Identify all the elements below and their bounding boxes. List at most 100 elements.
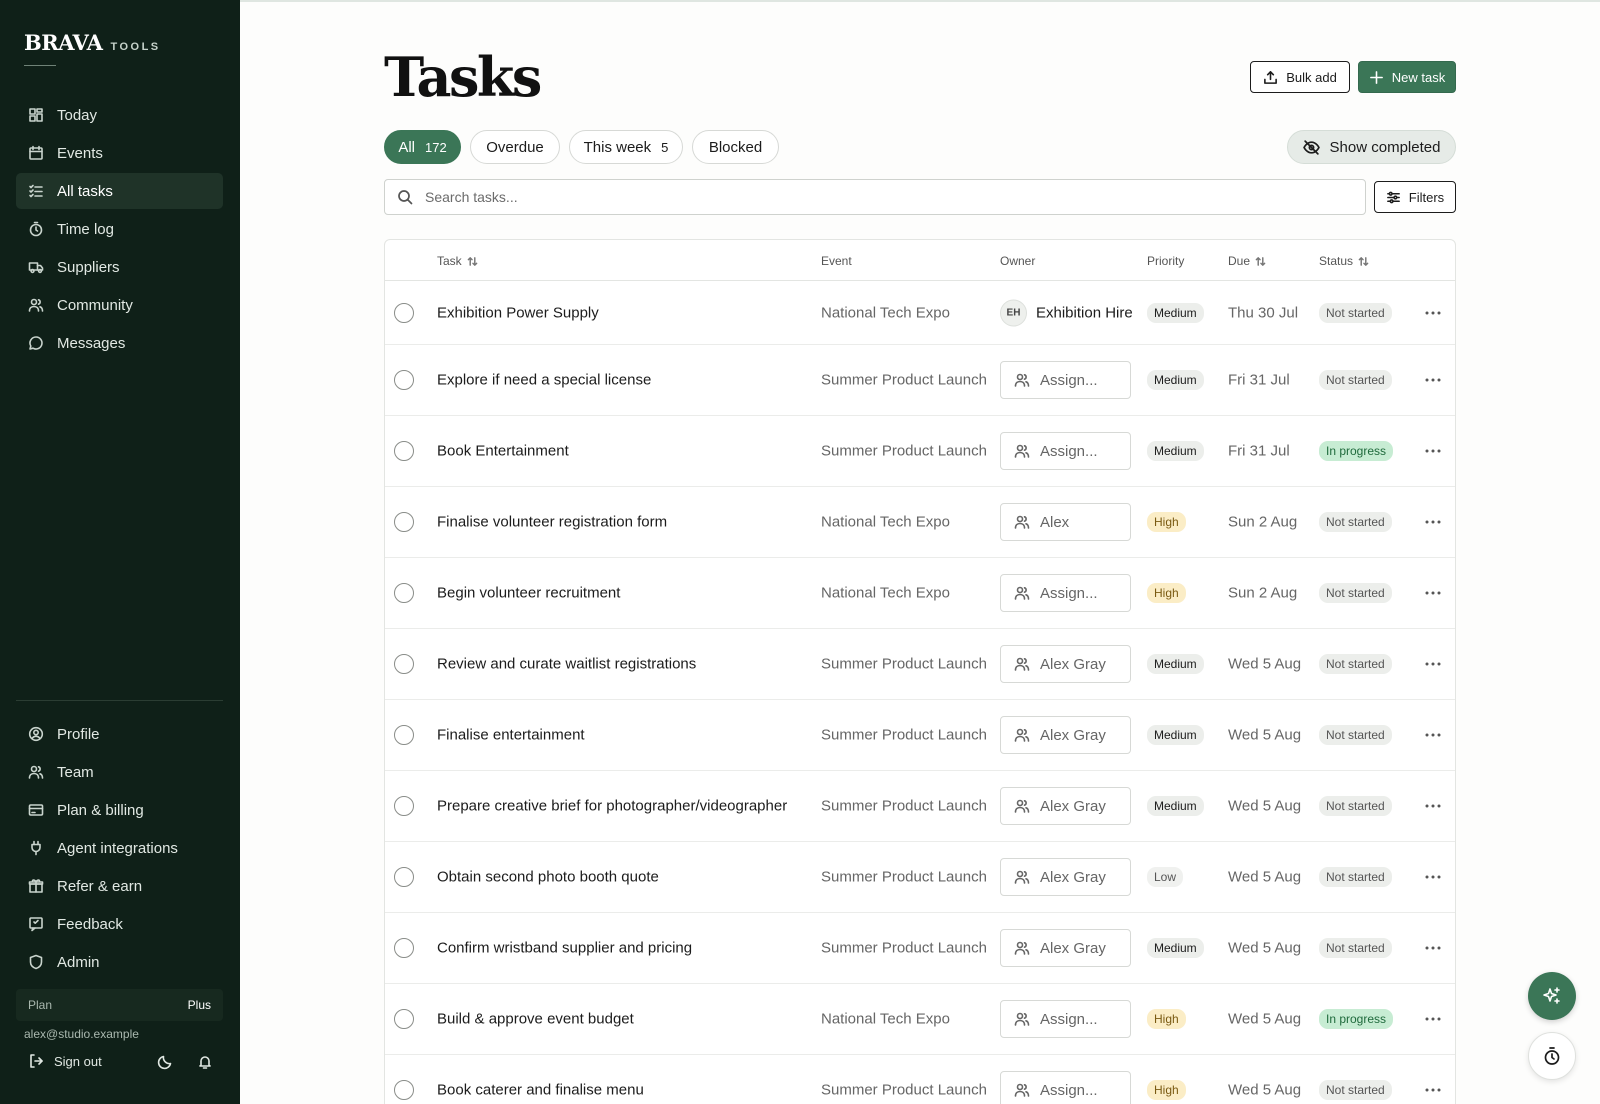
event-name[interactable]: National Tech Expo	[821, 1011, 950, 1028]
sidebar-item-all-tasks[interactable]: All tasks	[16, 173, 223, 209]
more-actions-button[interactable]	[1423, 441, 1443, 461]
status-badge[interactable]: In progress	[1319, 1009, 1394, 1029]
more-actions-button[interactable]	[1423, 796, 1443, 816]
column-task[interactable]: Task	[437, 254, 478, 268]
due-date[interactable]: Sun 2 Aug	[1228, 514, 1297, 531]
assign-owner-button[interactable]: Alex Gray	[1000, 787, 1131, 825]
plan-indicator[interactable]: Plan Plus	[16, 989, 223, 1021]
complete-checkbox[interactable]	[394, 1009, 414, 1029]
due-date[interactable]: Wed 5 Aug	[1228, 869, 1301, 886]
assign-owner-button[interactable]: Alex Gray	[1000, 858, 1131, 896]
assign-owner-button[interactable]: Alex	[1000, 503, 1131, 541]
table-row[interactable]: Review and curate waitlist registrations…	[385, 629, 1455, 700]
sidebar-item-feedback[interactable]: Feedback	[16, 906, 223, 942]
more-actions-button[interactable]	[1423, 583, 1443, 603]
task-name[interactable]: Book caterer and finalise menu	[437, 1082, 644, 1099]
complete-checkbox[interactable]	[394, 938, 414, 958]
priority-badge[interactable]: High	[1147, 583, 1186, 603]
assign-owner-button[interactable]: Alex Gray	[1000, 929, 1131, 967]
dark-mode-toggle[interactable]	[157, 1054, 173, 1075]
assign-owner-button[interactable]: Assign...	[1000, 1071, 1131, 1104]
table-row[interactable]: Explore if need a special license Summer …	[385, 345, 1455, 416]
status-badge[interactable]: Not started	[1319, 654, 1392, 674]
owner[interactable]: EH Exhibition Hire	[1000, 299, 1133, 326]
event-name[interactable]: National Tech Expo	[821, 585, 950, 602]
task-name[interactable]: Exhibition Power Supply	[437, 304, 599, 321]
task-name[interactable]: Begin volunteer recruitment	[437, 585, 620, 602]
bulk-add-button[interactable]: Bulk add	[1250, 61, 1350, 93]
status-badge[interactable]: Not started	[1319, 867, 1392, 887]
task-name[interactable]: Finalise volunteer registration form	[437, 514, 667, 531]
due-date[interactable]: Thu 30 Jul	[1228, 304, 1298, 321]
sidebar-item-time-log[interactable]: Time log	[16, 211, 223, 247]
priority-badge[interactable]: Medium	[1147, 654, 1204, 674]
sidebar-item-refer-earn[interactable]: Refer & earn	[16, 868, 223, 904]
event-name[interactable]: Summer Product Launch	[821, 443, 987, 460]
new-task-button[interactable]: New task	[1358, 61, 1456, 93]
filters-button[interactable]: Filters	[1374, 181, 1456, 213]
table-row[interactable]: Prepare creative brief for photographer/…	[385, 771, 1455, 842]
sidebar-item-events[interactable]: Events	[16, 135, 223, 171]
more-actions-button[interactable]	[1423, 867, 1443, 887]
table-row[interactable]: Begin volunteer recruitment National Tech…	[385, 558, 1455, 629]
sidebar-item-suppliers[interactable]: Suppliers	[16, 249, 223, 285]
due-date[interactable]: Wed 5 Aug	[1228, 1011, 1301, 1028]
event-name[interactable]: Summer Product Launch	[821, 656, 987, 673]
filter-pill-overdue[interactable]: Overdue	[470, 130, 560, 164]
sidebar-item-plan-billing[interactable]: Plan & billing	[16, 792, 223, 828]
priority-badge[interactable]: Medium	[1147, 725, 1204, 745]
complete-checkbox[interactable]	[394, 583, 414, 603]
due-date[interactable]: Sun 2 Aug	[1228, 585, 1297, 602]
more-actions-button[interactable]	[1423, 1080, 1443, 1100]
complete-checkbox[interactable]	[394, 512, 414, 532]
priority-badge[interactable]: Medium	[1147, 370, 1204, 390]
table-row[interactable]: Book caterer and finalise menu Summer Pro…	[385, 1055, 1455, 1104]
due-date[interactable]: Wed 5 Aug	[1228, 1082, 1301, 1099]
due-date[interactable]: Fri 31 Jul	[1228, 443, 1290, 460]
ai-assistant-button[interactable]	[1528, 972, 1576, 1020]
table-row[interactable]: Build & approve event budget National Tec…	[385, 984, 1455, 1055]
complete-checkbox[interactable]	[394, 867, 414, 887]
status-badge[interactable]: Not started	[1319, 512, 1392, 532]
event-name[interactable]: Summer Product Launch	[821, 798, 987, 815]
table-row[interactable]: Finalise entertainment Summer Product Lau…	[385, 700, 1455, 771]
task-name[interactable]: Confirm wristband supplier and pricing	[437, 940, 692, 957]
status-badge[interactable]: Not started	[1319, 796, 1392, 816]
table-row[interactable]: Obtain second photo booth quote Summer Pr…	[385, 842, 1455, 913]
due-date[interactable]: Wed 5 Aug	[1228, 727, 1301, 744]
sidebar-item-messages[interactable]: Messages	[16, 325, 223, 361]
event-name[interactable]: Summer Product Launch	[821, 940, 987, 957]
priority-badge[interactable]: Medium	[1147, 441, 1204, 461]
filter-pill-this-week[interactable]: This week 5	[569, 130, 683, 164]
show-completed-toggle[interactable]: Show completed	[1287, 130, 1456, 164]
table-row[interactable]: Book Entertainment Summer Product Launch A…	[385, 416, 1455, 487]
status-badge[interactable]: Not started	[1319, 1080, 1392, 1100]
complete-checkbox[interactable]	[394, 796, 414, 816]
sidebar-item-agent-integrations[interactable]: Agent integrations	[16, 830, 223, 866]
due-date[interactable]: Wed 5 Aug	[1228, 656, 1301, 673]
assign-owner-button[interactable]: Assign...	[1000, 432, 1131, 470]
status-badge[interactable]: Not started	[1319, 370, 1392, 390]
event-name[interactable]: National Tech Expo	[821, 304, 950, 321]
sidebar-item-team[interactable]: Team	[16, 754, 223, 790]
priority-badge[interactable]: High	[1147, 1009, 1186, 1029]
priority-badge[interactable]: Medium	[1147, 302, 1204, 323]
table-row[interactable]: Finalise volunteer registration form Nati…	[385, 487, 1455, 558]
complete-checkbox[interactable]	[394, 370, 414, 390]
more-actions-button[interactable]	[1423, 654, 1443, 674]
task-name[interactable]: Finalise entertainment	[437, 727, 585, 744]
table-row[interactable]: Exhibition Power Supply National Tech Exp…	[385, 281, 1455, 345]
column-due[interactable]: Due	[1228, 254, 1266, 268]
event-name[interactable]: Summer Product Launch	[821, 869, 987, 886]
priority-badge[interactable]: Medium	[1147, 796, 1204, 816]
status-badge[interactable]: In progress	[1319, 441, 1394, 461]
table-row[interactable]: Confirm wristband supplier and pricing Su…	[385, 913, 1455, 984]
due-date[interactable]: Wed 5 Aug	[1228, 940, 1301, 957]
priority-badge[interactable]: High	[1147, 512, 1186, 532]
due-date[interactable]: Wed 5 Aug	[1228, 798, 1301, 815]
more-actions-button[interactable]	[1423, 938, 1443, 958]
assign-owner-button[interactable]: Alex Gray	[1000, 716, 1131, 754]
priority-badge[interactable]: Medium	[1147, 938, 1204, 958]
task-name[interactable]: Build & approve event budget	[437, 1011, 634, 1028]
due-date[interactable]: Fri 31 Jul	[1228, 372, 1290, 389]
